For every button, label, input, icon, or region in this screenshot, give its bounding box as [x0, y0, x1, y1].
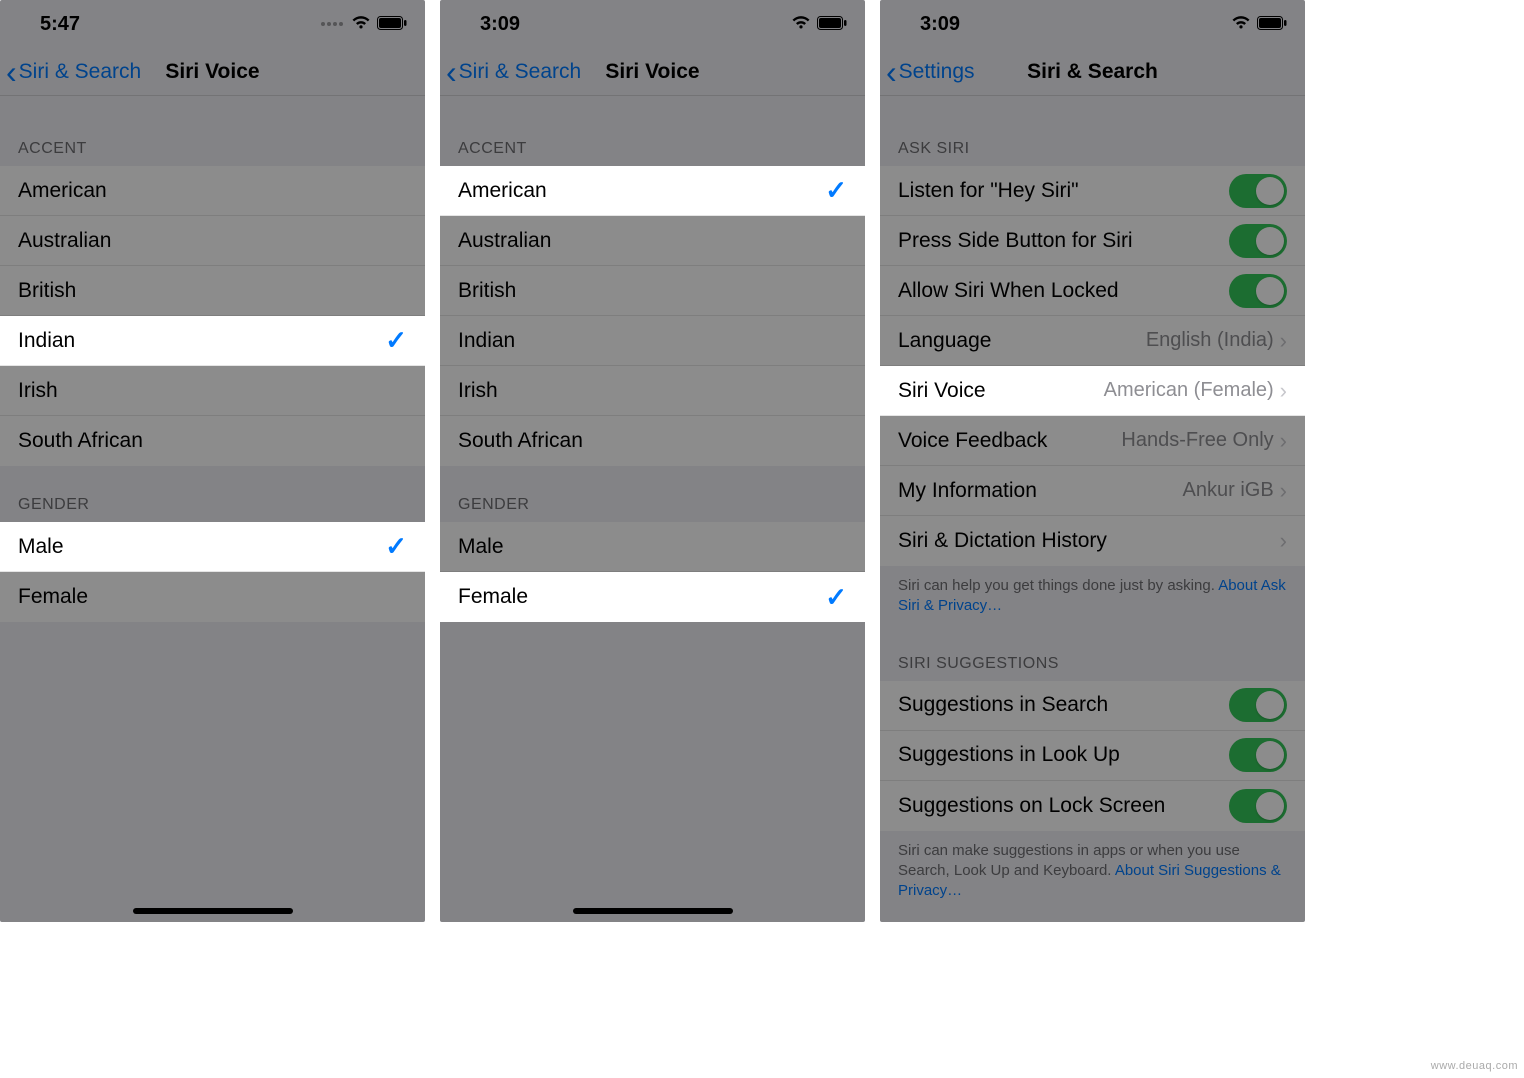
toggle-on[interactable]	[1229, 789, 1287, 823]
accent-british[interactable]: British	[440, 266, 865, 316]
gender-list: Male✓ Female	[0, 522, 425, 622]
suggestions-footer: Siri can make suggestions in apps or whe…	[880, 831, 1305, 910]
wifi-icon	[791, 13, 811, 36]
row-language[interactable]: LanguageEnglish (India)›	[880, 316, 1305, 366]
status-right	[791, 13, 847, 36]
status-bar: 5:47	[0, 0, 425, 48]
checkmark-icon: ✓	[385, 531, 407, 562]
section-header-suggestions: SIRI SUGGESTIONS	[880, 625, 1305, 681]
row-history[interactable]: Siri & Dictation History›	[880, 516, 1305, 566]
wifi-icon	[1231, 13, 1251, 36]
accent-list: American Australian British Indian✓ Iris…	[0, 166, 425, 466]
chevron-right-icon: ›	[1280, 528, 1287, 554]
back-button[interactable]: ‹ Settings	[880, 60, 975, 84]
checkmark-icon: ✓	[385, 325, 407, 356]
back-button[interactable]: ‹ Siri & Search	[440, 60, 581, 84]
chevron-right-icon: ›	[1280, 328, 1287, 354]
toggle-on[interactable]	[1229, 224, 1287, 258]
gender-list: Male Female✓	[440, 522, 865, 622]
section-header-accent: ACCENT	[440, 96, 865, 166]
battery-icon	[1257, 13, 1287, 36]
watermark: www.deuaq.com	[1431, 1060, 1518, 1072]
row-voice-feedback[interactable]: Voice FeedbackHands-Free Only›	[880, 416, 1305, 466]
status-time: 3:09	[480, 13, 520, 36]
back-label: Siri & Search	[459, 60, 582, 84]
status-bar: 3:09	[440, 0, 865, 48]
checkmark-icon: ✓	[825, 582, 847, 613]
status-right	[321, 13, 407, 36]
checkmark-icon: ✓	[825, 175, 847, 206]
section-header-gender: GENDER	[0, 466, 425, 522]
cellular-icon	[321, 22, 343, 26]
gender-female[interactable]: Female✓	[440, 572, 865, 622]
row-allow-locked[interactable]: Allow Siri When Locked	[880, 266, 1305, 316]
section-header-accent: ACCENT	[0, 96, 425, 166]
section-header-gender: GENDER	[440, 466, 865, 522]
ask-siri-footer: Siri can help you get things done just b…	[880, 566, 1305, 625]
accent-list: American✓ Australian British Indian Iris…	[440, 166, 865, 466]
row-suggestions-lookup[interactable]: Suggestions in Look Up	[880, 731, 1305, 781]
chevron-right-icon: ›	[1280, 478, 1287, 504]
gender-male[interactable]: Male✓	[0, 522, 425, 572]
nav-bar: ‹ Siri & Search Siri Voice	[440, 48, 865, 96]
status-time: 3:09	[920, 13, 960, 36]
accent-south-african[interactable]: South African	[0, 416, 425, 466]
row-suggestions-search[interactable]: Suggestions in Search	[880, 681, 1305, 731]
wifi-icon	[351, 13, 371, 36]
panel-siri-and-search: 3:09 ‹ Settings Siri & Search ASK SIRI L…	[880, 0, 1305, 922]
accent-british[interactable]: British	[0, 266, 425, 316]
nav-bar: ‹ Settings Siri & Search	[880, 48, 1305, 96]
gender-male[interactable]: Male	[440, 522, 865, 572]
chevron-right-icon: ›	[1280, 378, 1287, 404]
accent-american[interactable]: American	[0, 166, 425, 216]
status-bar: 3:09	[880, 0, 1305, 48]
status-time: 5:47	[40, 13, 80, 36]
status-right	[1231, 13, 1287, 36]
toggle-on[interactable]	[1229, 174, 1287, 208]
row-my-information[interactable]: My InformationAnkur iGB›	[880, 466, 1305, 516]
panel-siri-voice-american: 3:09 ‹ Siri & Search Siri Voice ACCENT A…	[440, 0, 865, 922]
home-indicator	[573, 908, 733, 914]
accent-australian[interactable]: Australian	[0, 216, 425, 266]
suggestions-group: Suggestions in Search Suggestions in Loo…	[880, 681, 1305, 831]
accent-indian[interactable]: Indian✓	[0, 316, 425, 366]
row-side-button[interactable]: Press Side Button for Siri	[880, 216, 1305, 266]
toggle-on[interactable]	[1229, 274, 1287, 308]
back-label: Siri & Search	[19, 60, 142, 84]
toggle-on[interactable]	[1229, 738, 1287, 772]
accent-irish[interactable]: Irish	[440, 366, 865, 416]
accent-irish[interactable]: Irish	[0, 366, 425, 416]
panel-siri-voice-indian: 5:47 ‹ Siri & Search Siri Voice ACCENT A…	[0, 0, 425, 922]
row-siri-voice[interactable]: Siri VoiceAmerican (Female)›	[880, 366, 1305, 416]
back-button[interactable]: ‹ Siri & Search	[0, 60, 141, 84]
nav-bar: ‹ Siri & Search Siri Voice	[0, 48, 425, 96]
ask-siri-group: Listen for "Hey Siri" Press Side Button …	[880, 166, 1305, 566]
gender-female[interactable]: Female	[0, 572, 425, 622]
row-suggestions-lock[interactable]: Suggestions on Lock Screen	[880, 781, 1305, 831]
section-header-ask-siri: ASK SIRI	[880, 96, 1305, 166]
chevron-right-icon: ›	[1280, 428, 1287, 454]
accent-american[interactable]: American✓	[440, 166, 865, 216]
battery-icon	[817, 13, 847, 36]
accent-indian[interactable]: Indian	[440, 316, 865, 366]
battery-icon	[377, 13, 407, 36]
accent-australian[interactable]: Australian	[440, 216, 865, 266]
home-indicator	[133, 908, 293, 914]
back-label: Settings	[899, 60, 975, 84]
toggle-on[interactable]	[1229, 688, 1287, 722]
accent-south-african[interactable]: South African	[440, 416, 865, 466]
row-hey-siri[interactable]: Listen for "Hey Siri"	[880, 166, 1305, 216]
